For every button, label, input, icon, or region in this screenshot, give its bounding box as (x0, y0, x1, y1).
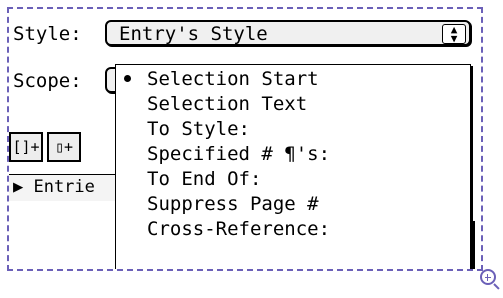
scroll-divider (473, 221, 475, 269)
menu-item-suppress-page[interactable]: Suppress Page # (147, 193, 319, 215)
add-entry-button[interactable]: []+ (9, 132, 43, 162)
entries-tab[interactable]: ▶ Entrie (13, 175, 95, 199)
style-popup-value: Entry's Style (119, 23, 268, 45)
add-subentry-button[interactable]: ▯+ (47, 132, 81, 162)
selected-bullet-icon (124, 75, 131, 82)
scope-label: Scope: (13, 70, 82, 92)
index-entry-panel: Style: Entry's Style ▲▼ Scope: ▲▼ []+ ▯+… (9, 9, 481, 269)
style-popup[interactable]: Entry's Style ▲ ▼ (105, 20, 471, 46)
zoom-handle (493, 283, 500, 290)
menu-item-specified-paras[interactable]: Specified # ¶'s: (147, 143, 330, 165)
menu-item-selection-text[interactable]: Selection Text (147, 93, 307, 115)
popup-arrows-icon: ▲▼ (442, 24, 466, 44)
style-label: Style: (13, 23, 82, 45)
menu-item-to-style[interactable]: To Style: (147, 118, 250, 140)
menu-item-selection-start[interactable]: Selection Start (147, 68, 319, 90)
scope-menu: Selection Start Selection Text To Style:… (115, 64, 471, 269)
menu-item-cross-reference[interactable]: Cross-Reference: (147, 218, 330, 240)
menu-item-to-end-of[interactable]: To End Of: (147, 168, 261, 190)
